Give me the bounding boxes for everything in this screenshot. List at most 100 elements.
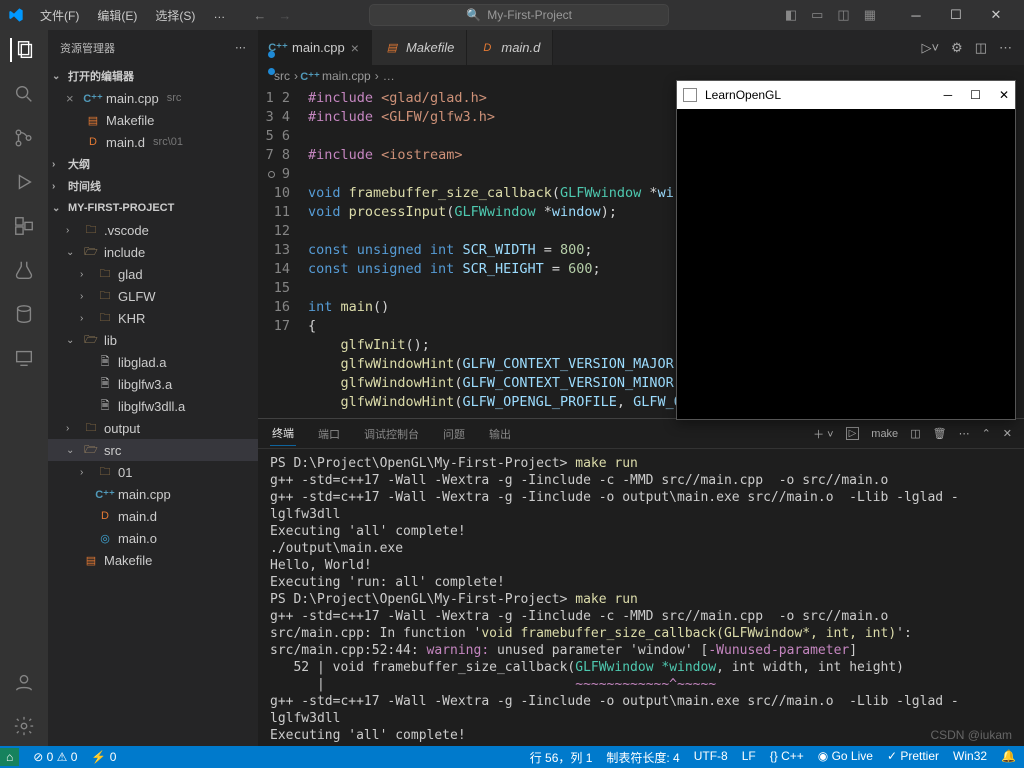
- tree-item[interactable]: ⌄🗁lib: [48, 329, 258, 351]
- terminal-body[interactable]: PS D:\Project\OpenGL\My-First-Project> m…: [258, 449, 1024, 748]
- explorer-tree[interactable]: ⌄打开的编辑器 ×C⁺⁺main.cppsrc▤MakefileDmain.ds…: [48, 65, 258, 748]
- menu-select[interactable]: 选择(S): [147, 3, 203, 28]
- maximize-panel-icon[interactable]: ⌃: [982, 427, 991, 440]
- tree-item[interactable]: 🗎libglad.a: [48, 351, 258, 373]
- status-golive[interactable]: ◉ Go Live: [818, 749, 873, 766]
- tree-item[interactable]: 🗎libglfw3dll.a: [48, 395, 258, 417]
- more-icon[interactable]: ⋯: [235, 41, 246, 54]
- status-lang[interactable]: {} C++: [770, 749, 804, 766]
- panel-tab-ports[interactable]: 端口: [316, 422, 342, 446]
- activity-scm-icon[interactable]: [12, 126, 36, 150]
- panel-tab-problems[interactable]: 问题: [441, 422, 467, 446]
- tree-item[interactable]: ›🗀KHR: [48, 307, 258, 329]
- trash-icon[interactable]: 🗑: [933, 427, 947, 440]
- gl-app-window[interactable]: LearnOpenGL ─ ☐ ✕: [676, 80, 1016, 420]
- activity-db-icon[interactable]: [12, 302, 36, 326]
- remote-indicator[interactable]: ⌂: [0, 748, 19, 766]
- command-center[interactable]: 🔍 My-First-Project: [369, 4, 669, 26]
- more-icon[interactable]: ⋯: [999, 40, 1012, 56]
- status-eol[interactable]: LF: [742, 749, 756, 766]
- task-icon[interactable]: ▷: [846, 427, 860, 440]
- tree-item[interactable]: C⁺⁺main.cpp: [48, 483, 258, 505]
- menu-file[interactable]: 文件(F): [32, 3, 87, 28]
- layout-controls: ◧ ▭ ◫ ▦: [785, 7, 876, 23]
- close-panel-icon[interactable]: ✕: [1003, 427, 1012, 440]
- tree-item[interactable]: 🗎libglfw3.a: [48, 373, 258, 395]
- editor-actions: ▷˅ ⚙ ◫ ⋯: [909, 30, 1024, 65]
- tree-item[interactable]: ⌄🗁src: [48, 439, 258, 461]
- layout-custom-icon[interactable]: ▦: [864, 7, 876, 23]
- status-encoding[interactable]: UTF-8: [694, 749, 728, 766]
- tree-item[interactable]: ›🗀GLFW: [48, 285, 258, 307]
- gear-icon[interactable]: ⚙: [951, 40, 963, 56]
- tree-item[interactable]: Dmain.d: [48, 505, 258, 527]
- close-icon[interactable]: ✕: [976, 1, 1016, 29]
- nav-back-icon[interactable]: ←: [253, 8, 266, 23]
- layout-split-icon[interactable]: ◫: [837, 7, 849, 23]
- activity-account-icon[interactable]: [12, 670, 36, 694]
- editor-tab[interactable]: ▤Makefile: [372, 30, 467, 65]
- open-editor-item[interactable]: ▤Makefile: [48, 109, 258, 131]
- gl-app-titlebar[interactable]: LearnOpenGL ─ ☐ ✕: [677, 81, 1015, 109]
- editor-tab[interactable]: Dmain.d: [467, 30, 553, 65]
- watermark: CSDN @iukam: [930, 728, 1012, 742]
- panel-tabs: 终端 端口 调试控制台 问题 输出 ＋ ˅ ▷ make ◫ 🗑 ⋯ ⌃ ✕: [258, 419, 1024, 449]
- editor-tabs: C⁺⁺main.cpp×▤MakefileDmain.d ▷˅ ⚙ ◫ ⋯: [258, 30, 1024, 65]
- panel-tab-output[interactable]: 输出: [487, 422, 513, 446]
- editor-tab[interactable]: C⁺⁺main.cpp×: [258, 30, 372, 65]
- status-problems[interactable]: ⊘ 0 ⚠ 0: [33, 750, 77, 764]
- status-platform[interactable]: Win32: [953, 749, 987, 766]
- split-terminal-icon[interactable]: ◫: [910, 427, 920, 440]
- activity-search-icon[interactable]: [12, 82, 36, 106]
- tree-item[interactable]: ›🗀output: [48, 417, 258, 439]
- section-timeline[interactable]: ›时间线: [48, 175, 258, 197]
- gl-minimize-icon[interactable]: ─: [944, 88, 953, 103]
- command-center-text: My-First-Project: [487, 8, 572, 22]
- section-project[interactable]: ⌄MY-FIRST-PROJECT: [48, 197, 258, 219]
- gl-close-icon[interactable]: ✕: [999, 88, 1009, 103]
- status-indent[interactable]: 制表符长度: 4: [606, 749, 679, 766]
- activity-bar: [0, 30, 48, 748]
- layout-panel-icon[interactable]: ▭: [811, 7, 823, 23]
- section-outline[interactable]: ›大纲: [48, 153, 258, 175]
- statusbar: ⌂ ⊘ 0 ⚠ 0 ⚡ 0 行 56，列 1 制表符长度: 4 UTF-8 LF…: [0, 746, 1024, 768]
- status-bell-icon[interactable]: 🔔: [1001, 749, 1016, 766]
- minimize-icon[interactable]: ─: [896, 1, 936, 29]
- tree-item[interactable]: ◎main.o: [48, 527, 258, 549]
- section-open-editors[interactable]: ⌄打开的编辑器: [48, 65, 258, 87]
- panel-tab-terminal[interactable]: 终端: [270, 421, 296, 446]
- nav-fwd-icon[interactable]: →: [278, 8, 291, 23]
- activity-debug-icon[interactable]: [12, 170, 36, 194]
- explorer-header: 资源管理器 ⋯: [48, 30, 258, 65]
- activity-settings-icon[interactable]: [12, 714, 36, 738]
- tree-item[interactable]: ›🗀.vscode: [48, 219, 258, 241]
- tree-item[interactable]: ›🗀01: [48, 461, 258, 483]
- menu-more[interactable]: …: [205, 3, 233, 28]
- gl-app-icon: [683, 88, 697, 102]
- status-prettier[interactable]: ✓ Prettier: [887, 749, 939, 766]
- panel-more-icon[interactable]: ⋯: [959, 427, 970, 440]
- menu-edit[interactable]: 编辑(E): [89, 3, 145, 28]
- activity-test-icon[interactable]: [12, 258, 36, 282]
- tree-item[interactable]: ›🗀glad: [48, 263, 258, 285]
- tree-item[interactable]: ▤Makefile: [48, 549, 258, 571]
- status-ports[interactable]: ⚡ 0: [91, 750, 116, 764]
- activity-explorer-icon[interactable]: [10, 38, 36, 62]
- activity-remote-icon[interactable]: [12, 346, 36, 370]
- vscode-icon: [8, 7, 24, 23]
- tree-item[interactable]: ⌄🗁include: [48, 241, 258, 263]
- panel-tab-debug[interactable]: 调试控制台: [362, 422, 421, 446]
- activity-extensions-icon[interactable]: [12, 214, 36, 238]
- new-terminal-icon[interactable]: ＋ ˅: [813, 426, 833, 442]
- run-icon[interactable]: ▷˅: [921, 40, 939, 56]
- line-gutter: 1 2 3 4 5 6 7 8 9 10 11 12 13 14 15 16 1…: [258, 89, 308, 418]
- open-editor-item[interactable]: ×C⁺⁺main.cppsrc: [48, 87, 258, 109]
- layout-sidebar-icon[interactable]: ◧: [785, 7, 797, 23]
- status-cursor[interactable]: 行 56，列 1: [530, 749, 593, 766]
- maximize-icon[interactable]: ☐: [936, 1, 976, 29]
- split-icon[interactable]: ◫: [975, 40, 987, 56]
- gl-maximize-icon[interactable]: ☐: [970, 88, 981, 103]
- task-label[interactable]: make: [871, 428, 898, 440]
- open-editor-item[interactable]: Dmain.dsrc\01: [48, 131, 258, 153]
- explorer-sidebar: 资源管理器 ⋯ ⌄打开的编辑器 ×C⁺⁺main.cppsrc▤Makefile…: [48, 30, 258, 748]
